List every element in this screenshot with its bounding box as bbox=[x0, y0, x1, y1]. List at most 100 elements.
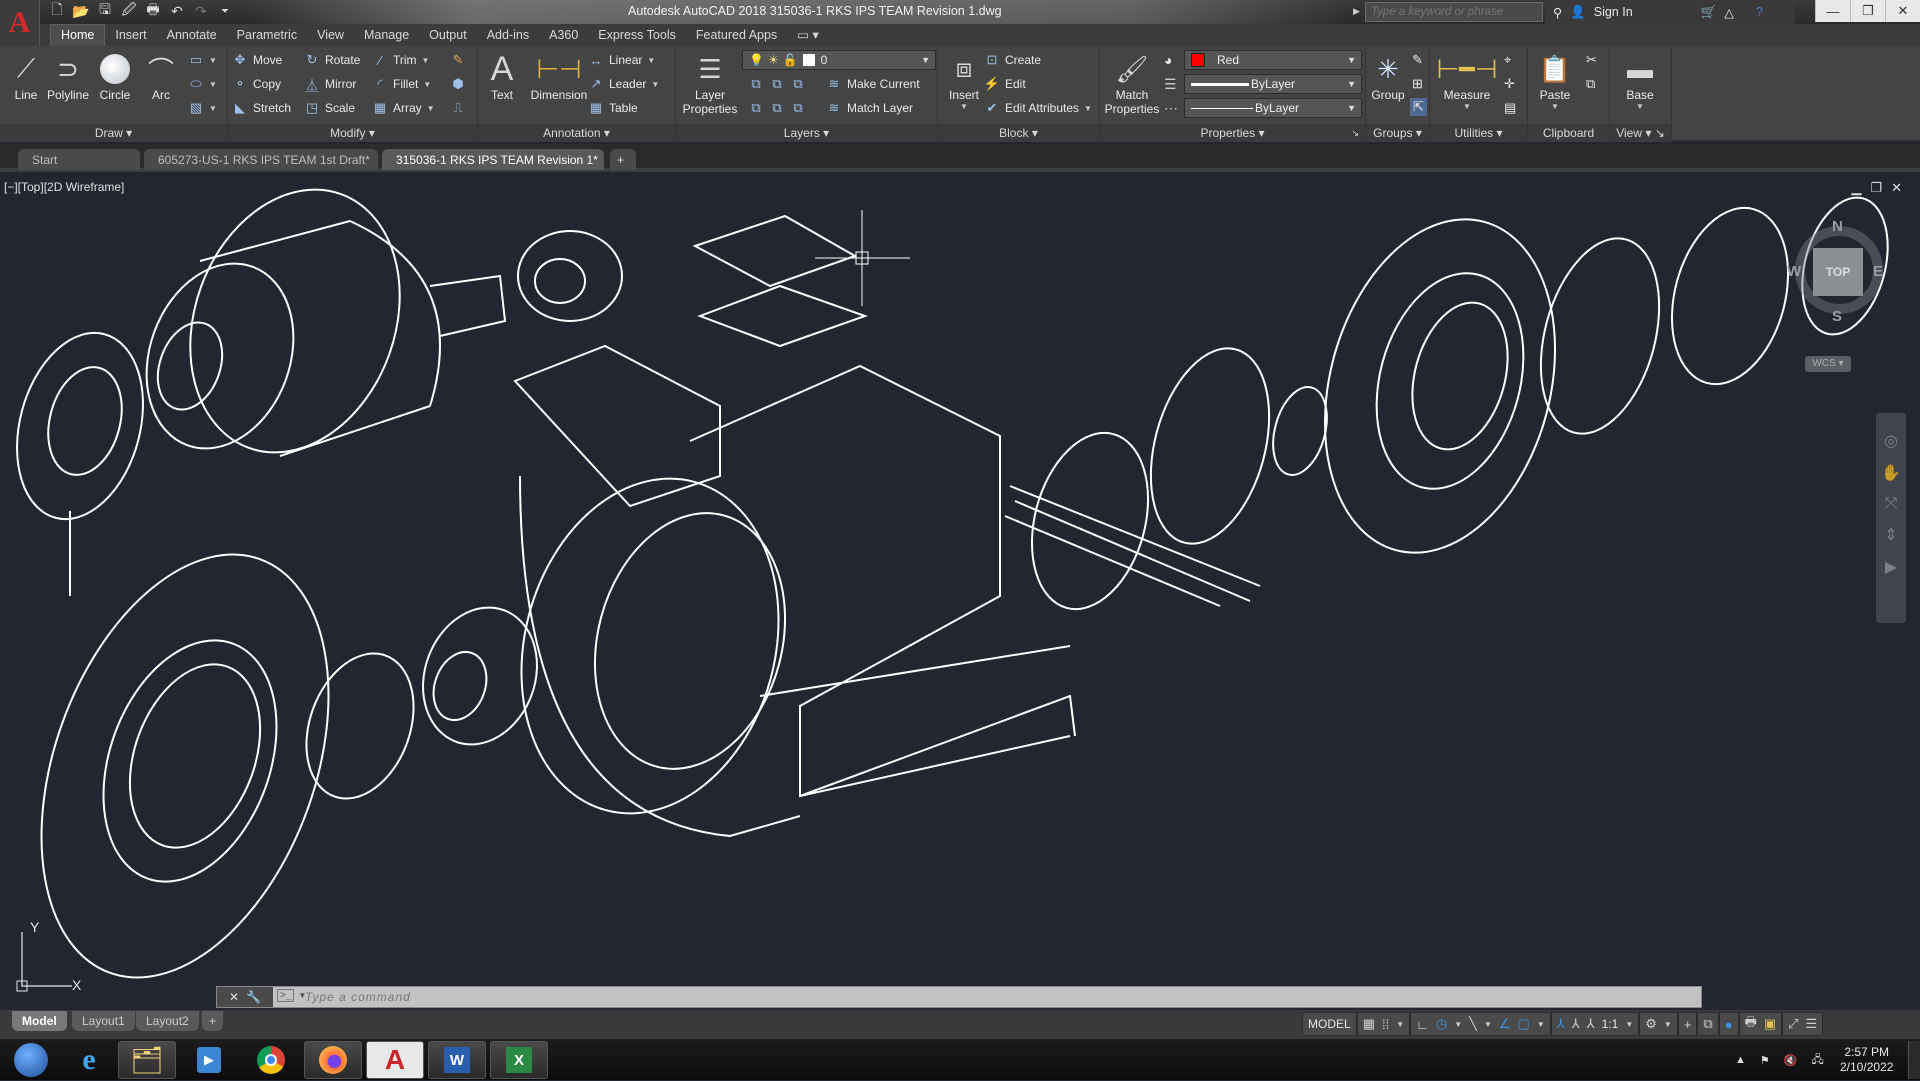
erase-button[interactable]: ✎ bbox=[450, 52, 466, 68]
redo-icon[interactable]: ↷ bbox=[192, 2, 210, 20]
action-center-icon[interactable]: ⚑ bbox=[1760, 1054, 1770, 1067]
polyline-button[interactable]: ⊃ Polyline bbox=[40, 50, 96, 103]
units-button[interactable]: ⧉ bbox=[1697, 1012, 1719, 1036]
snap-icon[interactable]: ⁞⁞ bbox=[1382, 1017, 1389, 1032]
edit-attributes-button[interactable]: ✔ Edit Attributes ▼ bbox=[984, 100, 1092, 116]
customize-qat-icon[interactable]: ⏷ bbox=[216, 2, 234, 20]
layer-tools-row-1[interactable]: ⧉ ⧉ ⧉ bbox=[748, 76, 806, 92]
scale-button[interactable]: ◳ Scale bbox=[304, 100, 355, 116]
draw-panel-title[interactable]: Draw ▾ bbox=[0, 124, 227, 142]
object-snap-icon[interactable]: ▢ bbox=[1518, 1016, 1530, 1032]
grid-icon[interactable]: ▦ bbox=[1363, 1016, 1375, 1032]
application-menu-button[interactable]: A bbox=[0, 0, 40, 46]
minimize-button[interactable]: — bbox=[1815, 0, 1850, 22]
tab-output[interactable]: Output bbox=[419, 25, 477, 46]
quick-select-icon[interactable]: ⌖ bbox=[1504, 52, 1511, 68]
mirror-button[interactable]: ⏅ Mirror bbox=[304, 76, 356, 93]
taskbar-chrome[interactable] bbox=[242, 1041, 300, 1079]
tab-add-ins[interactable]: Add-ins bbox=[477, 25, 539, 46]
array-button[interactable]: ▦ Array ▼ bbox=[372, 100, 435, 116]
annotation-scale-icon[interactable]: ⅄ bbox=[1587, 1016, 1595, 1032]
dimension-button[interactable]: ⊢⊣ Dimension bbox=[522, 50, 596, 103]
tab-manage[interactable]: Manage bbox=[354, 25, 419, 46]
create-block-button[interactable]: ⊡ Create bbox=[984, 52, 1041, 68]
clean-screen-tray-icon[interactable]: ▣ bbox=[1764, 1016, 1776, 1032]
utilities-panel-title[interactable]: Utilities ▾ bbox=[1430, 124, 1527, 142]
help-icon[interactable]: ? bbox=[1756, 5, 1763, 19]
customize-wrench-icon[interactable]: 🔧 bbox=[246, 990, 261, 1004]
viewport-close-icon[interactable]: ✕ bbox=[1891, 180, 1902, 196]
undo-icon[interactable]: ↶ bbox=[168, 2, 186, 20]
insert-button[interactable]: ⧈ Insert ▼ bbox=[940, 50, 988, 111]
cut-icon[interactable]: ✂ bbox=[1586, 52, 1597, 68]
restore-button[interactable]: ❐ bbox=[1850, 0, 1885, 22]
hatch-button[interactable]: ▧ ▼ bbox=[188, 100, 217, 116]
base-button[interactable]: ▬ Base ▼ bbox=[1614, 50, 1666, 112]
layer-dropdown[interactable]: 💡 ☀ 🔓 0 ▼ bbox=[742, 50, 936, 70]
taskbar-media-player[interactable]: ▶ bbox=[180, 1041, 238, 1079]
taskbar-file-explorer[interactable]: 🗂 bbox=[118, 1041, 176, 1079]
modify-panel-title[interactable]: Modify ▾ bbox=[228, 124, 477, 142]
viewcube-top-face[interactable]: TOP bbox=[1813, 248, 1863, 296]
show-desktop-button[interactable] bbox=[1908, 1041, 1920, 1079]
annotation-visibility-icon[interactable]: ⅄ bbox=[1557, 1016, 1565, 1032]
rectangle-button[interactable]: ▭ ▼ bbox=[188, 52, 217, 68]
compass-south[interactable]: S bbox=[1832, 308, 1842, 325]
id-point-icon[interactable]: ✛ bbox=[1504, 76, 1515, 92]
ortho-icon[interactable]: ∟ bbox=[1416, 1017, 1429, 1032]
viewcube[interactable]: TOP N S E W WCS ▾ bbox=[1785, 208, 1890, 372]
start-button[interactable] bbox=[2, 1041, 60, 1079]
workspace-button[interactable]: ⚙ ▼ bbox=[1639, 1012, 1678, 1036]
model-space-button[interactable]: MODEL bbox=[1302, 1012, 1357, 1036]
doc-tab-draft[interactable]: 605273-US-1 RKS IPS TEAM 1st Draft*✕ bbox=[144, 149, 390, 170]
auto-scale-icon[interactable]: ⅄ bbox=[1572, 1016, 1580, 1032]
compass-west[interactable]: W bbox=[1787, 263, 1801, 280]
hardware-acceleration-button[interactable]: ● bbox=[1718, 1012, 1739, 1036]
table-button[interactable]: ▦ Table bbox=[588, 100, 638, 116]
new-icon[interactable]: 🗋 bbox=[48, 1, 66, 20]
lineweight-dropdown[interactable]: ByLayer ▼ bbox=[1184, 74, 1362, 94]
print-icon[interactable]: 🖶 bbox=[144, 1, 162, 20]
save-icon[interactable]: 🖫 bbox=[96, 1, 114, 20]
group-edit-icon[interactable]: ⊞ bbox=[1412, 76, 1423, 92]
viewport-controls-label[interactable]: [−][Top][2D Wireframe] bbox=[4, 180, 124, 194]
taskbar-word[interactable]: W bbox=[428, 1041, 486, 1079]
annotation-panel-title[interactable]: Annotation ▾ bbox=[478, 124, 675, 142]
viewport-restore-icon[interactable]: ❐ bbox=[1870, 180, 1882, 196]
command-input[interactable] bbox=[305, 988, 1685, 1006]
new-tab-button[interactable]: + bbox=[610, 149, 636, 170]
text-button[interactable]: A Text bbox=[480, 50, 524, 103]
layers-panel-title[interactable]: Layers ▾ bbox=[676, 124, 937, 142]
drawing-area[interactable]: [−][Top][2D Wireframe] ▁ ❐ ✕ TOP N S E W… bbox=[0, 176, 1920, 1022]
expand-search-icon[interactable]: ▶ bbox=[1353, 6, 1360, 17]
save-as-icon[interactable]: 🖉 bbox=[120, 1, 138, 20]
volume-muted-icon[interactable]: 🔇 bbox=[1784, 1054, 1798, 1067]
doc-tab-start[interactable]: Start bbox=[18, 149, 140, 170]
match-properties-button[interactable]: 🖌 Match Properties bbox=[1102, 50, 1162, 117]
a360-icon[interactable]: △ bbox=[1724, 5, 1734, 20]
clipboard-panel-title[interactable]: Clipboard bbox=[1528, 124, 1609, 142]
properties-panel-title[interactable]: Properties ▾ ↘ bbox=[1100, 124, 1365, 142]
clean-screen-button[interactable]: ⤢ ☰ bbox=[1782, 1012, 1824, 1036]
linetype-dropdown[interactable]: ByLayer ▼ bbox=[1184, 98, 1362, 118]
tab-view[interactable]: View bbox=[307, 25, 354, 46]
close-button[interactable]: ✕ bbox=[1885, 0, 1920, 22]
sign-in-button[interactable]: Sign In bbox=[1594, 5, 1633, 19]
edit-block-button[interactable]: ⚡ Edit bbox=[984, 76, 1026, 92]
ucs-menu[interactable]: WCS ▾ bbox=[1805, 356, 1851, 372]
layer-tools-row-2[interactable]: ⧉ ⧉ ⧉ bbox=[748, 100, 806, 116]
steering-wheel-icon[interactable]: ◎ bbox=[1884, 431, 1898, 451]
stretch-button[interactable]: ◣ Stretch bbox=[232, 100, 291, 116]
tab-express-tools[interactable]: Express Tools bbox=[588, 25, 686, 46]
trim-button[interactable]: ⁄ Trim ▼ bbox=[372, 52, 430, 68]
group-selection-icon[interactable]: ⇱ bbox=[1410, 98, 1427, 116]
linear-button[interactable]: ↔ Linear ▼ bbox=[588, 52, 656, 68]
recent-commands-button[interactable]: >_ ▼ bbox=[277, 989, 306, 1002]
tab-insert[interactable]: Insert bbox=[105, 25, 156, 46]
plot-icon[interactable]: 🖶 bbox=[1745, 1013, 1757, 1035]
color-dropdown[interactable]: Red ▼ bbox=[1184, 50, 1362, 70]
explode-button[interactable]: ⬢ bbox=[450, 76, 466, 92]
compass-north[interactable]: N bbox=[1832, 218, 1843, 235]
taskbar-excel[interactable]: X bbox=[490, 1041, 548, 1079]
layer-properties-button[interactable]: ☰ Layer Properties bbox=[678, 50, 742, 117]
